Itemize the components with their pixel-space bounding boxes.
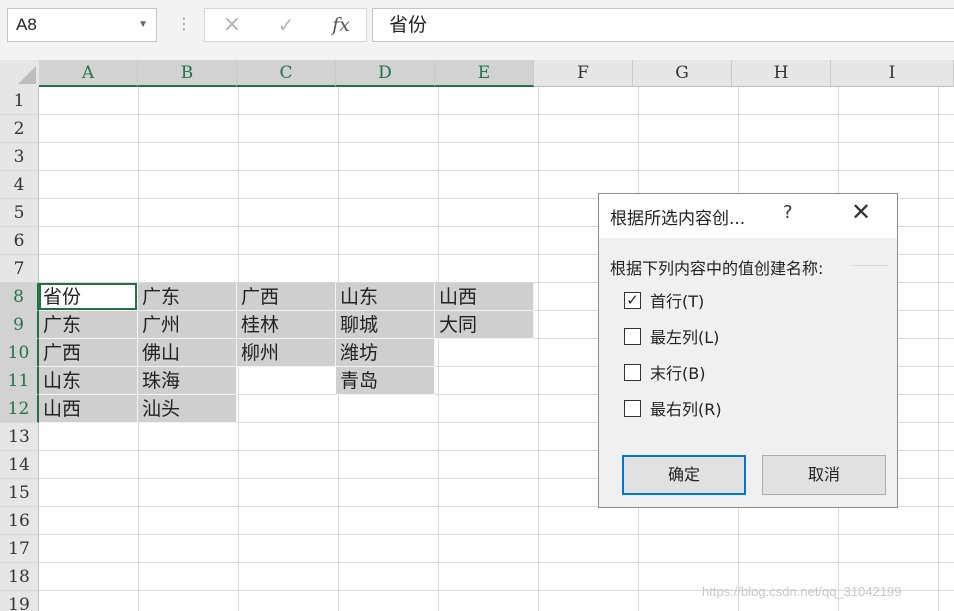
row-header-10[interactable]: 10 — [0, 339, 39, 367]
name-box-value: A8 — [16, 15, 37, 34]
row-header-18[interactable]: 18 — [0, 563, 39, 591]
more-options-icon[interactable]: ⋮ — [176, 12, 192, 36]
cell-value-d10: 潍坊 — [340, 342, 379, 364]
checkbox-right-column[interactable] — [624, 400, 641, 417]
dialog-prompt: 根据下列内容中的值创建名称: — [610, 259, 824, 278]
cell-value-d9: 聊城 — [340, 314, 379, 336]
option-label: 最右列(R) — [650, 400, 722, 419]
row-header-13[interactable]: 13 — [0, 423, 39, 451]
cell-value-c8: 广西 — [241, 286, 280, 308]
cell-value-e8: 山西 — [439, 286, 478, 308]
cell-value-a10: 广西 — [43, 342, 82, 364]
column-header-e[interactable]: E — [435, 60, 534, 87]
row-header-5[interactable]: 5 — [0, 199, 39, 227]
row-header-14[interactable]: 14 — [0, 451, 39, 479]
cell-value-b11: 珠海 — [142, 370, 181, 392]
chevron-down-icon[interactable]: ▼ — [138, 9, 148, 41]
row-header-6[interactable]: 6 — [0, 227, 39, 255]
row-header-7[interactable]: 7 — [0, 255, 39, 283]
column-headers: ABCDEFGHI — [39, 60, 954, 87]
row-header-12[interactable]: 12 — [0, 395, 39, 423]
cell-value-b8: 广东 — [142, 286, 181, 308]
help-icon[interactable]: ? — [783, 202, 793, 223]
cancel-button[interactable]: 取消 — [762, 455, 886, 495]
checkbox-left-column[interactable] — [624, 328, 641, 345]
column-header-c[interactable]: C — [237, 60, 336, 87]
close-icon[interactable]: ✕ — [851, 198, 871, 226]
enter-icon[interactable]: ✓ — [271, 9, 301, 41]
row-header-17[interactable]: 17 — [0, 535, 39, 563]
cell-value-b10: 佛山 — [142, 342, 181, 364]
column-header-i[interactable]: I — [831, 60, 954, 87]
row-header-9[interactable]: 9 — [0, 311, 39, 339]
column-header-f[interactable]: F — [534, 60, 633, 87]
create-names-dialog: 根据所选内容创... ? ✕ 根据下列内容中的值创建名称: ✓ 首行(T) 最左… — [598, 193, 898, 508]
formula-bar: A8 ▼ ⋮ × ✓ fx 省份 — [0, 0, 954, 60]
cell-value-d11: 青岛 — [340, 370, 379, 392]
cell-value-b9: 广州 — [142, 314, 181, 336]
option-label: 末行(B) — [650, 364, 706, 383]
option-label: 最左列(L) — [650, 328, 720, 347]
row-header-2[interactable]: 2 — [0, 115, 39, 143]
cell-value-b12: 汕头 — [142, 398, 181, 420]
formula-buttons: × ✓ fx — [204, 8, 367, 42]
column-header-g[interactable]: G — [633, 60, 732, 87]
select-all-icon — [18, 66, 36, 84]
row-header-3[interactable]: 3 — [0, 143, 39, 171]
name-box[interactable]: A8 ▼ — [7, 8, 157, 42]
row-headers: 1 2 3 4 5 6 7 8 9 10 11 12 13 14 15 16 17 18 19 — [0, 87, 39, 611]
row-header-4[interactable]: 4 — [0, 171, 39, 199]
column-header-b[interactable]: B — [138, 60, 237, 87]
watermark: https://blog.csdn.net/qq_31042199 — [702, 584, 902, 599]
cell-value-a8: 省份 — [43, 286, 82, 308]
row-header-8[interactable]: 8 — [0, 283, 39, 311]
checkbox-bottom-row[interactable] — [624, 364, 641, 381]
cell-value-c9: 桂林 — [241, 314, 280, 336]
cell-value-d8: 山东 — [340, 286, 379, 308]
select-all-button[interactable] — [0, 60, 39, 87]
column-header-d[interactable]: D — [336, 60, 435, 87]
ok-button[interactable]: 确定 — [622, 455, 746, 495]
row-header-15[interactable]: 15 — [0, 479, 39, 507]
row-header-19[interactable]: 19 — [0, 591, 39, 611]
insert-function-icon[interactable]: fx — [323, 9, 359, 41]
cell-value-a12: 山西 — [43, 398, 82, 420]
column-header-h[interactable]: H — [732, 60, 831, 87]
dialog-titlebar: 根据所选内容创... ? ✕ — [599, 194, 897, 238]
row-header-16[interactable]: 16 — [0, 507, 39, 535]
column-header-a[interactable]: A — [39, 60, 138, 87]
cell-value-c10: 柳州 — [241, 342, 280, 364]
row-header-1[interactable]: 1 — [0, 87, 39, 115]
formula-input[interactable]: 省份 — [372, 8, 954, 42]
cell-value-e9: 大同 — [439, 314, 478, 336]
row-header-11[interactable]: 11 — [0, 367, 39, 395]
checkbox-top-row[interactable]: ✓ — [624, 292, 641, 309]
option-label: 首行(T) — [650, 292, 705, 311]
cell-value-a9: 广东 — [43, 314, 82, 336]
dialog-title: 根据所选内容创... — [610, 209, 746, 229]
cancel-icon[interactable]: × — [217, 9, 247, 41]
group-divider — [851, 265, 888, 266]
cell-value-a11: 山东 — [43, 370, 82, 392]
